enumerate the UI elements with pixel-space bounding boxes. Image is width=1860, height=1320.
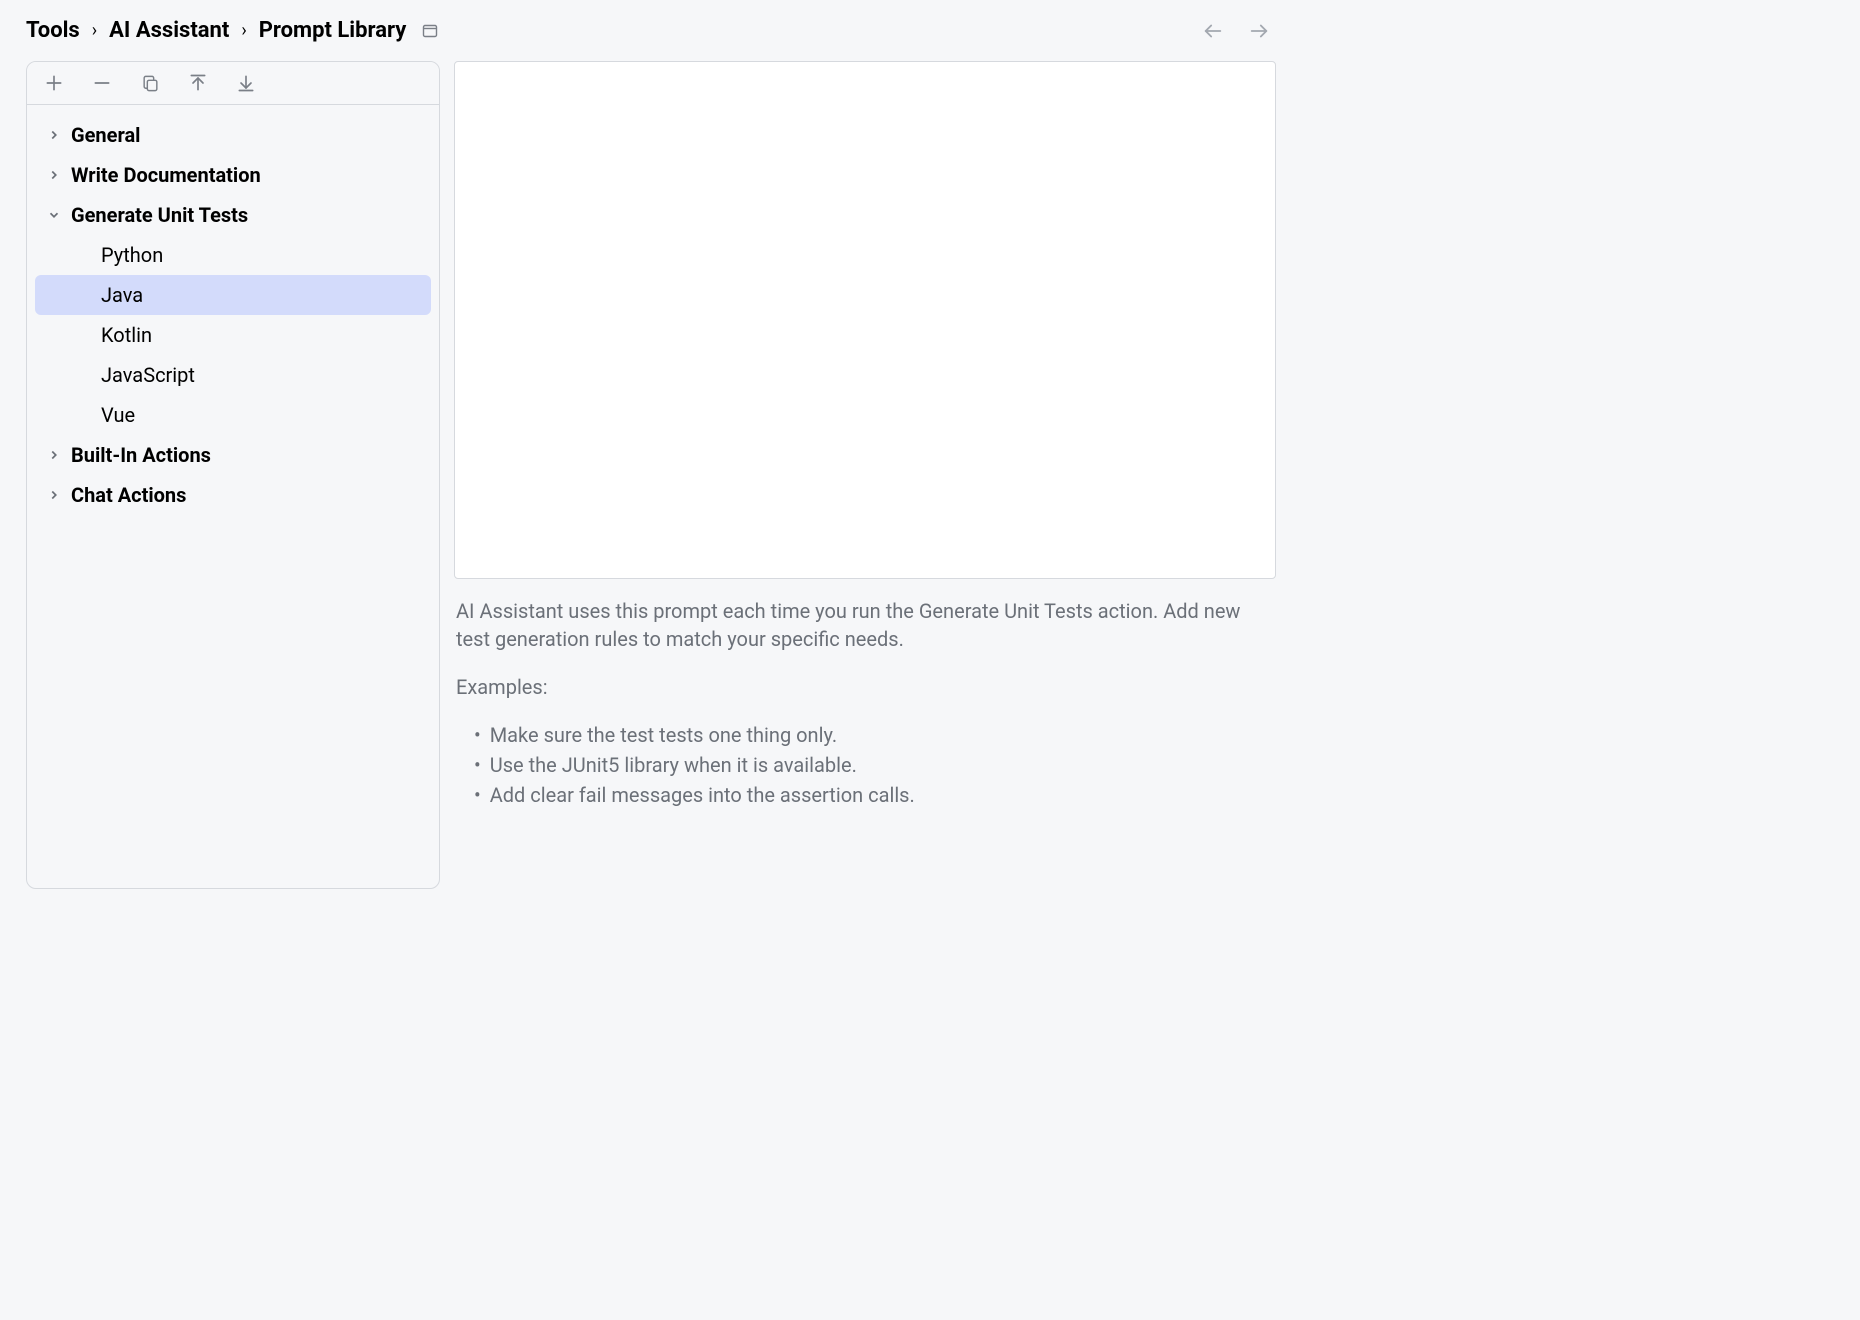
tree-label: JavaScript [101,363,195,387]
tree-item-vue[interactable]: Vue [35,395,431,435]
chevron-right-icon [47,488,61,502]
sidebar: General Write Documentation Generate Uni… [26,61,440,889]
tree-label: Python [101,243,163,267]
example-item: Make sure the test tests one thing only. [474,721,1274,749]
tree-item-general[interactable]: General [35,115,431,155]
chevron-right-icon [47,448,61,462]
breadcrumb-item-tools[interactable]: Tools [26,18,80,43]
tree-label: Java [101,283,143,307]
tree-label: Chat Actions [71,483,186,507]
tree-item-chat-actions[interactable]: Chat Actions [35,475,431,515]
move-down-button[interactable] [235,72,257,94]
prompt-editor[interactable] [454,61,1276,579]
tree-label: Built-In Actions [71,443,211,467]
copy-button[interactable] [139,72,161,94]
chevron-right-icon: › [92,20,97,41]
remove-button[interactable] [91,72,113,94]
tree-label: Write Documentation [71,163,261,187]
breadcrumb: Tools › AI Assistant › Prompt Library [26,18,438,43]
tree-item-built-in-actions[interactable]: Built-In Actions [35,435,431,475]
content: General Write Documentation Generate Uni… [0,61,1302,915]
breadcrumb-item-prompt-library[interactable]: Prompt Library [259,18,407,43]
chevron-right-icon [47,168,61,182]
open-in-window-icon[interactable] [422,23,438,39]
examples-list: Make sure the test tests one thing only.… [456,721,1274,809]
back-button[interactable] [1202,20,1224,42]
tree-label: Kotlin [101,323,152,347]
tree: General Write Documentation Generate Uni… [27,105,439,888]
tree-item-write-documentation[interactable]: Write Documentation [35,155,431,195]
example-item: Add clear fail messages into the asserti… [474,781,1274,809]
tree-item-python[interactable]: Python [35,235,431,275]
tree-label: Generate Unit Tests [71,203,248,227]
chevron-right-icon [47,128,61,142]
nav-arrows [1202,20,1276,42]
sidebar-toolbar [27,62,439,105]
description: AI Assistant uses this prompt each time … [454,579,1276,811]
tree-item-kotlin[interactable]: Kotlin [35,315,431,355]
chevron-down-icon [47,208,61,222]
tree-item-generate-unit-tests[interactable]: Generate Unit Tests [35,195,431,235]
example-item: Use the JUnit5 library when it is availa… [474,751,1274,779]
main-panel: AI Assistant uses this prompt each time … [454,61,1276,889]
add-button[interactable] [43,72,65,94]
forward-button[interactable] [1248,20,1270,42]
header: Tools › AI Assistant › Prompt Library [0,0,1302,61]
tree-item-java[interactable]: Java [35,275,431,315]
move-up-button[interactable] [187,72,209,94]
tree-label: General [71,123,140,147]
examples-label: Examples: [456,673,1274,701]
chevron-right-icon: › [241,20,246,41]
tree-item-javascript[interactable]: JavaScript [35,355,431,395]
tree-label: Vue [101,403,135,427]
breadcrumb-item-ai-assistant[interactable]: AI Assistant [109,18,229,43]
description-intro: AI Assistant uses this prompt each time … [456,597,1274,653]
